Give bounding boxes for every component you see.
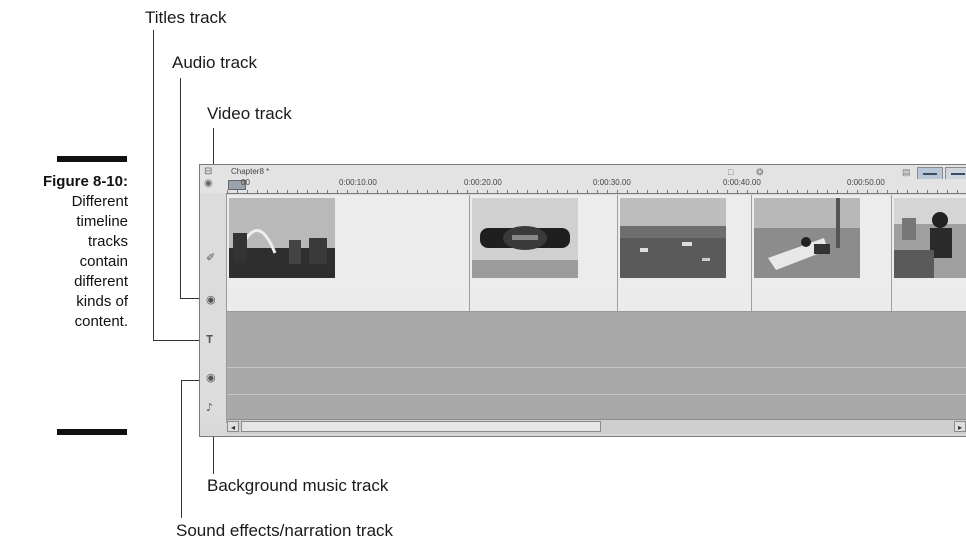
- audio-clip-slot[interactable]: [470, 287, 618, 311]
- clip-slot[interactable]: [470, 195, 618, 287]
- callout-titles-track: Titles track: [145, 8, 227, 27]
- clip-thumbnail-people: [894, 198, 966, 278]
- ruler-label: 0:00:30.00: [593, 178, 631, 187]
- caption-line: content.: [74, 313, 128, 330]
- clip-slot[interactable]: [227, 195, 470, 287]
- title-track-icon[interactable]: 𝐓: [206, 333, 213, 347]
- music-track-icon[interactable]: ♪: [206, 401, 213, 414]
- clip-slot[interactable]: [752, 195, 892, 287]
- caption-bottom-rule: [57, 429, 127, 435]
- track-icon-column: ✐ ◉ 𝐓 ◉ ♪: [200, 193, 227, 423]
- ruler-label: 0:00:50.00: [847, 178, 885, 187]
- caption-line: kinds of: [76, 293, 128, 310]
- callout-video-track: Video track: [207, 104, 292, 123]
- audio-clip-slot[interactable]: [892, 287, 966, 311]
- ruler-label: 0:00:40.00: [723, 178, 761, 187]
- audio-track-icon[interactable]: ◉: [206, 293, 216, 306]
- time-ruler[interactable]: 00 0:00:10.00 0:00:20.00 0:00:30.00 0:00…: [227, 178, 966, 194]
- scroll-thumb[interactable]: [241, 421, 601, 432]
- audio-clip-slot[interactable]: [618, 287, 752, 311]
- video-track[interactable]: [227, 195, 966, 288]
- titles-track[interactable]: [227, 312, 966, 368]
- timeline-header: ⊟ ◉ Chapter8 * □ ❂ ▤ 00 0:00:10.00 0:00:…: [200, 165, 966, 194]
- callout-background-music-track: Background music track: [207, 476, 389, 495]
- project-name: Chapter8 *: [231, 167, 270, 176]
- timeline-window: ⊟ ◉ Chapter8 * □ ❂ ▤ 00 0:00:10.00 0:00:…: [199, 164, 966, 437]
- leader-sfx-vertical: [181, 380, 182, 518]
- clip-thumbnail-harbor: [620, 198, 726, 278]
- clip-thumbnail-sign: [472, 198, 578, 278]
- caption-line: timeline: [76, 213, 128, 230]
- video-track-icon[interactable]: ✐: [206, 251, 215, 264]
- storyboard-view-icon[interactable]: ▤: [902, 167, 911, 178]
- ruler-label: 0:00:20.00: [464, 178, 502, 187]
- audio-clip-slot[interactable]: [227, 287, 470, 311]
- horizontal-scrollbar[interactable]: ◂ ▸: [227, 419, 966, 434]
- sound-effects-track[interactable]: [227, 368, 966, 395]
- figure-caption: Figure 8-10: Different timeline tracks c…: [40, 172, 128, 332]
- callout-audio-track: Audio track: [172, 53, 258, 72]
- caption-line: different: [74, 273, 128, 290]
- figure-label: Figure 8-10:: [42, 173, 128, 190]
- clip-thumbnail-bridge: [229, 198, 335, 278]
- sound-effects-track-icon[interactable]: ◉: [206, 371, 216, 384]
- audio-track[interactable]: [227, 287, 966, 312]
- scroll-right-arrow-icon[interactable]: ▸: [954, 421, 966, 432]
- scroll-left-arrow-icon[interactable]: ◂: [227, 421, 239, 432]
- clip-thumbnail-beach: [754, 198, 860, 278]
- caption-top-rule: [57, 156, 127, 162]
- callout-sound-effects-track: Sound effects/narration track: [176, 521, 394, 540]
- caption-line: Different: [71, 193, 128, 210]
- delete-icon[interactable]: ❂: [756, 167, 764, 178]
- ruler-start-label: 00: [241, 178, 250, 187]
- clip-slot[interactable]: [618, 195, 752, 287]
- caption-line: tracks: [87, 233, 128, 250]
- clip-slot[interactable]: [892, 195, 966, 287]
- timeline-mode-icon[interactable]: ⊟: [204, 166, 212, 177]
- leader-audio-vertical: [180, 78, 181, 298]
- caption-line: contain: [79, 253, 128, 270]
- leader-titles-vertical: [153, 30, 154, 340]
- ruler-label: 0:00:10.00: [339, 178, 377, 187]
- background-music-track[interactable]: [227, 395, 966, 419]
- audio-view-icon[interactable]: ◉: [204, 178, 213, 189]
- chapter-marker-icon[interactable]: □: [728, 167, 733, 177]
- audio-clip-slot[interactable]: [752, 287, 892, 311]
